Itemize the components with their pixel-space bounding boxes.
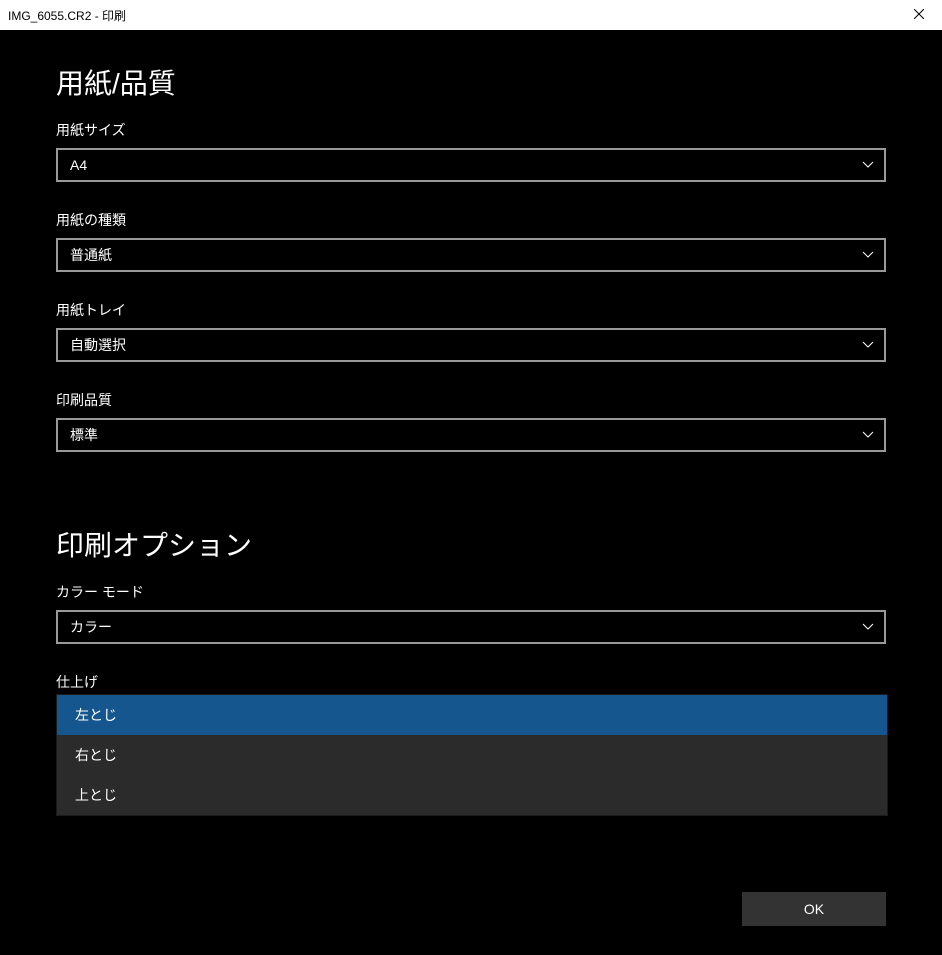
- titlebar: IMG_6055.CR2 - 印刷: [0, 0, 942, 30]
- paper-type-label: 用紙の種類: [56, 210, 886, 230]
- chevron-down-icon: [862, 619, 874, 635]
- finishing-option[interactable]: 左とじ: [57, 695, 887, 735]
- close-icon: [914, 8, 924, 22]
- section-paper-quality-heading: 用紙/品質: [56, 62, 886, 102]
- print-quality-label: 印刷品質: [56, 390, 886, 410]
- print-quality-value: 標準: [70, 425, 98, 445]
- paper-type-dropdown[interactable]: 普通紙: [56, 238, 886, 272]
- finishing-dropdown-popup: 左とじ 右とじ 上とじ: [56, 694, 888, 816]
- paper-tray-value: 自動選択: [70, 335, 126, 355]
- paper-size-value: A4: [70, 157, 87, 173]
- section-print-options-heading: 印刷オプション: [56, 524, 886, 564]
- paper-type-value: 普通紙: [70, 245, 112, 265]
- chevron-down-icon: [862, 337, 874, 353]
- print-quality-dropdown[interactable]: 標準: [56, 418, 886, 452]
- finishing-option[interactable]: 上とじ: [57, 775, 887, 815]
- ok-button[interactable]: OK: [742, 892, 886, 926]
- color-mode-label: カラー モード: [56, 582, 886, 602]
- dialog-content: 用紙/品質 用紙サイズ A4 用紙の種類 普通紙 用紙トレイ 自動選択 印刷品質…: [0, 30, 942, 816]
- color-mode-dropdown[interactable]: カラー: [56, 610, 886, 644]
- paper-size-label: 用紙サイズ: [56, 120, 886, 140]
- finishing-option[interactable]: 右とじ: [57, 735, 887, 775]
- finishing-label: 仕上げ: [56, 672, 886, 692]
- color-mode-value: カラー: [70, 617, 112, 637]
- paper-tray-dropdown[interactable]: 自動選択: [56, 328, 886, 362]
- chevron-down-icon: [862, 427, 874, 443]
- window-title: IMG_6055.CR2 - 印刷: [8, 7, 126, 24]
- dialog-button-row: OK: [742, 892, 886, 926]
- paper-size-dropdown[interactable]: A4: [56, 148, 886, 182]
- chevron-down-icon: [862, 247, 874, 263]
- close-button[interactable]: [896, 0, 942, 30]
- paper-tray-label: 用紙トレイ: [56, 300, 886, 320]
- chevron-down-icon: [862, 157, 874, 173]
